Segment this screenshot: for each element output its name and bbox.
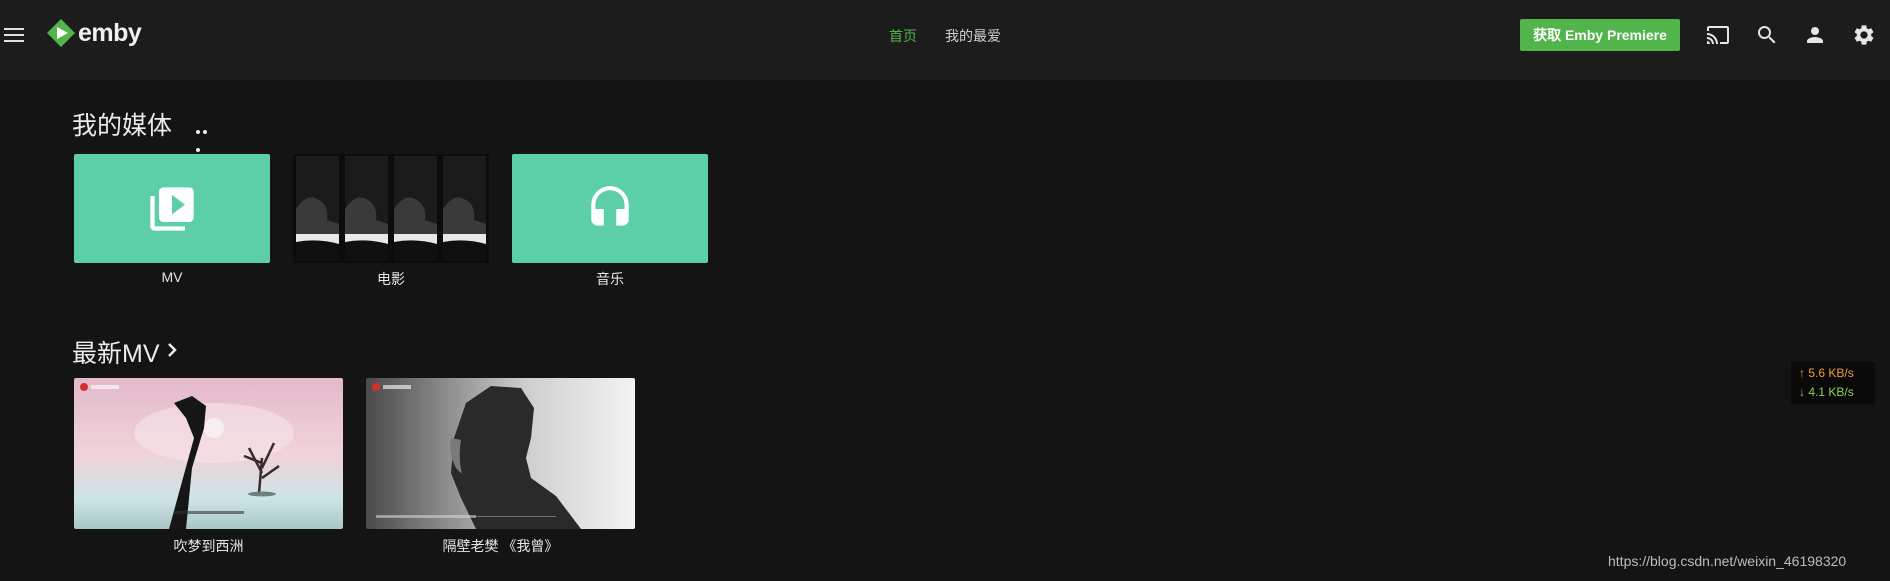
latest-mv-title[interactable]: 最新MV (72, 334, 160, 370)
mv-card-1[interactable] (74, 378, 343, 529)
chevron-right-icon[interactable] (166, 340, 180, 360)
upload-speed: ↑ 5.6 KB/s (1799, 366, 1854, 380)
cast-icon[interactable] (1703, 20, 1733, 50)
my-media-title[interactable]: 我的媒体 (72, 106, 172, 142)
download-speed: ↓ 4.1 KB/s (1799, 385, 1854, 399)
more-options-icon[interactable] (196, 121, 216, 152)
nav-home[interactable]: 首页 (889, 26, 917, 46)
library-thumb-mv (74, 154, 270, 263)
collage-thumbnail (293, 154, 489, 263)
mv-card-2[interactable] (366, 378, 635, 529)
nav-favorites[interactable]: 我的最爱 (945, 26, 1001, 46)
settings-icon[interactable] (1849, 20, 1879, 50)
headphones-icon (591, 185, 629, 226)
mv-thumb-1 (74, 378, 343, 529)
mv-label-1[interactable]: 吹梦到西洲 (74, 536, 343, 556)
library-card-music[interactable] (512, 154, 708, 263)
library-label-movies[interactable]: 电影 (293, 269, 489, 289)
mv-label-2[interactable]: 隔壁老樊 《我曾》 (366, 536, 635, 556)
network-speed-widget: ↑ 5.6 KB/s ↓ 4.1 KB/s (1791, 362, 1875, 404)
watermark-text: https://blog.csdn.net/weixin_46198320 (1608, 553, 1847, 569)
library-thumb-music (512, 154, 708, 263)
library-card-movies[interactable] (293, 154, 489, 263)
top-bar: emby 首页 我的最爱 获取 Emby Premiere (0, 0, 1890, 80)
user-icon[interactable] (1800, 20, 1830, 50)
video-library-icon (150, 186, 194, 231)
library-card-mv[interactable] (74, 154, 270, 263)
mv-thumb-2 (366, 378, 635, 529)
search-icon[interactable] (1752, 20, 1782, 50)
library-label-music[interactable]: 音乐 (512, 269, 708, 289)
library-label-mv[interactable]: MV (74, 269, 270, 285)
get-premiere-button[interactable]: 获取 Emby Premiere (1520, 19, 1680, 51)
